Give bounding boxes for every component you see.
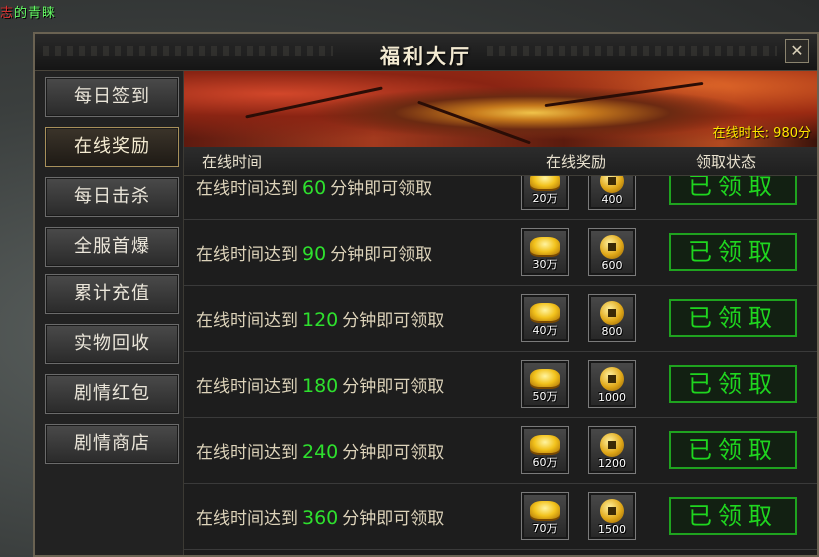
condition-prefix: 在线时间达到: [196, 245, 298, 265]
coin-quantity: 1200: [598, 457, 626, 470]
gold-quantity: 70万: [532, 522, 558, 535]
gold-ingot-slot[interactable]: 20万: [521, 176, 569, 210]
reward-condition: 在线时间达到 240 分钟即可领取: [196, 438, 444, 463]
copper-coin-icon: [600, 301, 624, 325]
condition-minutes: 60: [302, 177, 327, 199]
sidebar-item-story-shop[interactable]: 剧情商店: [45, 424, 179, 464]
coin-quantity: 1500: [598, 523, 626, 536]
copper-coin-icon: [600, 176, 624, 193]
gold-ingot-slot[interactable]: 50万: [521, 360, 569, 408]
condition-minutes: 360: [302, 507, 339, 529]
copper-coin-icon: [600, 499, 624, 523]
tree-branch: [544, 81, 704, 108]
reward-condition: 在线时间达到 60 分钟即可领取: [196, 176, 432, 199]
gold-ingot-icon: [530, 435, 560, 453]
tree-branch: [245, 86, 383, 119]
sidebar-item-item-recycle[interactable]: 实物回收: [45, 324, 179, 364]
column-header: 在线时间 在线奖励 领取状态: [184, 147, 817, 176]
condition-prefix: 在线时间达到: [196, 509, 298, 529]
window-title: 福利大厅: [380, 44, 472, 68]
gold-ingot-icon: [530, 369, 560, 387]
online-duration-label: 在线时长: 980分: [712, 126, 811, 141]
condition-prefix: 在线时间达到: [196, 311, 298, 331]
coin-slot[interactable]: 1500: [588, 492, 636, 540]
sidebar-item-online-reward[interactable]: 在线奖励: [45, 127, 179, 167]
claimed-status: 已领取: [669, 431, 797, 469]
condition-suffix: 分钟即可领取: [342, 377, 445, 397]
gold-ingot-slot[interactable]: 30万: [521, 228, 569, 276]
reward-list: 在线时间达到 60 分钟即可领取 20万 400 已领取 在线时间达到 90 分钟即可领…: [184, 176, 817, 555]
gold-quantity: 60万: [532, 456, 558, 469]
reward-row: 在线时间达到 180 分钟即可领取 50万 1000 已领取: [184, 352, 817, 418]
gold-ingot-icon: [530, 501, 560, 519]
column-online-reward: 在线奖励: [546, 153, 607, 171]
claimed-status: 已领取: [669, 233, 797, 271]
reward-row: 在线时间达到 240 分钟即可领取 60万 1200 已领取: [184, 418, 817, 484]
condition-suffix: 分钟即可领取: [342, 443, 445, 463]
name-suffix: 的青睐: [14, 6, 57, 21]
copper-coin-icon: [600, 235, 624, 259]
gold-ingot-icon: [530, 237, 560, 255]
condition-prefix: 在线时间达到: [196, 377, 298, 397]
reward-condition: 在线时间达到 180 分钟即可领取: [196, 372, 444, 397]
gold-ingot-icon: [530, 176, 560, 189]
coin-slot[interactable]: 1200: [588, 426, 636, 474]
condition-suffix: 分钟即可领取: [342, 509, 445, 529]
gold-ingot-slot[interactable]: 40万: [521, 294, 569, 342]
coin-slot[interactable]: 400: [588, 176, 636, 210]
tree-branch: [417, 100, 531, 145]
condition-prefix: 在线时间达到: [196, 179, 298, 199]
reward-condition: 在线时间达到 120 分钟即可领取: [196, 306, 444, 331]
reward-condition: 在线时间达到 360 分钟即可领取: [196, 504, 444, 529]
condition-minutes: 240: [302, 441, 339, 463]
gold-ingot-slot[interactable]: 70万: [521, 492, 569, 540]
claimed-status: 已领取: [669, 497, 797, 535]
condition-suffix: 分钟即可领取: [330, 245, 433, 265]
coin-quantity: 600: [601, 259, 623, 272]
reward-row: 在线时间达到 360 分钟即可领取 70万 1500 已领取: [184, 484, 817, 550]
coin-quantity: 800: [601, 325, 623, 338]
condition-minutes: 180: [302, 375, 339, 397]
reward-condition: 在线时间达到 90 分钟即可领取: [196, 240, 432, 265]
claimed-status: 已领取: [669, 176, 797, 205]
banner-image: 在线时长: 980分: [184, 71, 817, 147]
column-claim-status: 领取状态: [696, 153, 757, 171]
name-prefix: 志: [0, 6, 15, 21]
claimed-status: 已领取: [669, 365, 797, 403]
coin-slot[interactable]: 600: [588, 228, 636, 276]
column-online-time: 在线时间: [202, 153, 263, 171]
sidebar-item-cumulative-recharge[interactable]: 累计充值: [45, 274, 179, 314]
coin-quantity: 1000: [598, 391, 626, 404]
coin-slot[interactable]: 1000: [588, 360, 636, 408]
title-bar: 福利大厅 ✕: [35, 34, 817, 71]
sidebar-item-server-first-drop[interactable]: 全服首爆: [45, 227, 179, 267]
close-button[interactable]: ✕: [785, 39, 809, 63]
gold-quantity: 20万: [532, 192, 558, 205]
player-name-tag: 志的青睐: [0, 2, 90, 30]
condition-suffix: 分钟即可领取: [330, 179, 433, 199]
reward-row: 在线时间达到 60 分钟即可领取 20万 400 已领取: [184, 176, 817, 220]
sidebar: 每日签到 在线奖励 每日击杀 全服首爆 累计充值 实物回收 剧情红包 剧情商店: [35, 71, 184, 555]
gold-quantity: 40万: [532, 324, 558, 337]
copper-coin-icon: [600, 367, 624, 391]
sidebar-item-daily-signin[interactable]: 每日签到: [45, 77, 179, 117]
condition-minutes: 120: [302, 309, 339, 331]
close-icon: ✕: [790, 41, 804, 60]
gold-ingot-slot[interactable]: 60万: [521, 426, 569, 474]
sidebar-item-story-red-packet[interactable]: 剧情红包: [45, 374, 179, 414]
condition-prefix: 在线时间达到: [196, 443, 298, 463]
copper-coin-icon: [600, 433, 624, 457]
claimed-status: 已领取: [669, 299, 797, 337]
reward-row: 在线时间达到 90 分钟即可领取 30万 600 已领取: [184, 220, 817, 286]
gold-quantity: 50万: [532, 390, 558, 403]
condition-suffix: 分钟即可领取: [342, 311, 445, 331]
condition-minutes: 90: [302, 243, 327, 265]
gold-quantity: 30万: [532, 258, 558, 271]
welfare-hall-window: 福利大厅 ✕ 每日签到 在线奖励 每日击杀 全服首爆 累计充值 实物回收 剧情红…: [33, 32, 819, 557]
reward-row: 在线时间达到 120 分钟即可领取 40万 800 已领取: [184, 286, 817, 352]
coin-quantity: 400: [601, 193, 623, 206]
gold-ingot-icon: [530, 303, 560, 321]
coin-slot[interactable]: 800: [588, 294, 636, 342]
sidebar-item-daily-kills[interactable]: 每日击杀: [45, 177, 179, 217]
